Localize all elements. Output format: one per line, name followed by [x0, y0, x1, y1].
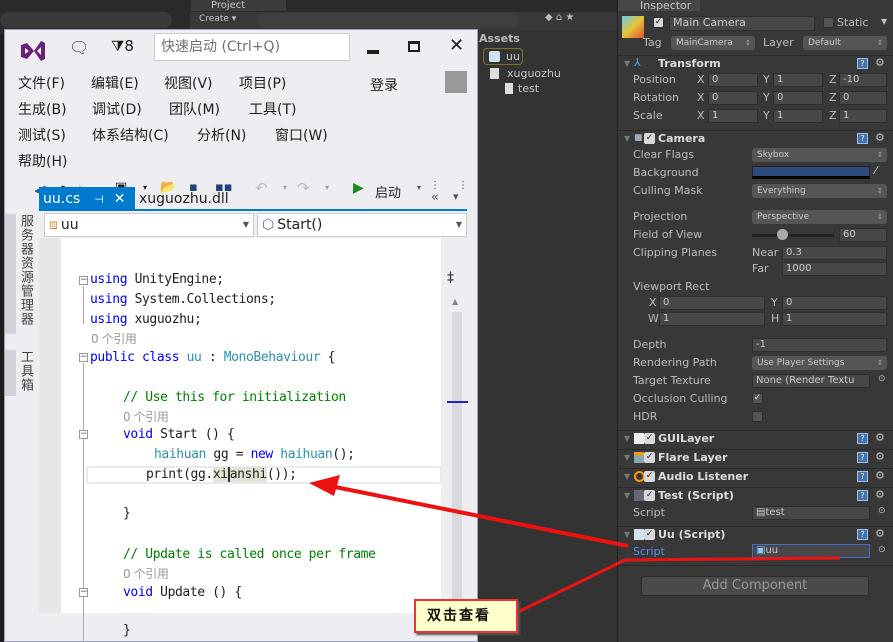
- arrow-head: [309, 475, 340, 496]
- callout-pointer: [517, 558, 626, 614]
- annotation-arrows: [309, 475, 841, 614]
- arrow-to-code: [329, 484, 629, 548]
- callout-label: 双击查看: [414, 599, 518, 633]
- underline-script: [624, 556, 841, 562]
